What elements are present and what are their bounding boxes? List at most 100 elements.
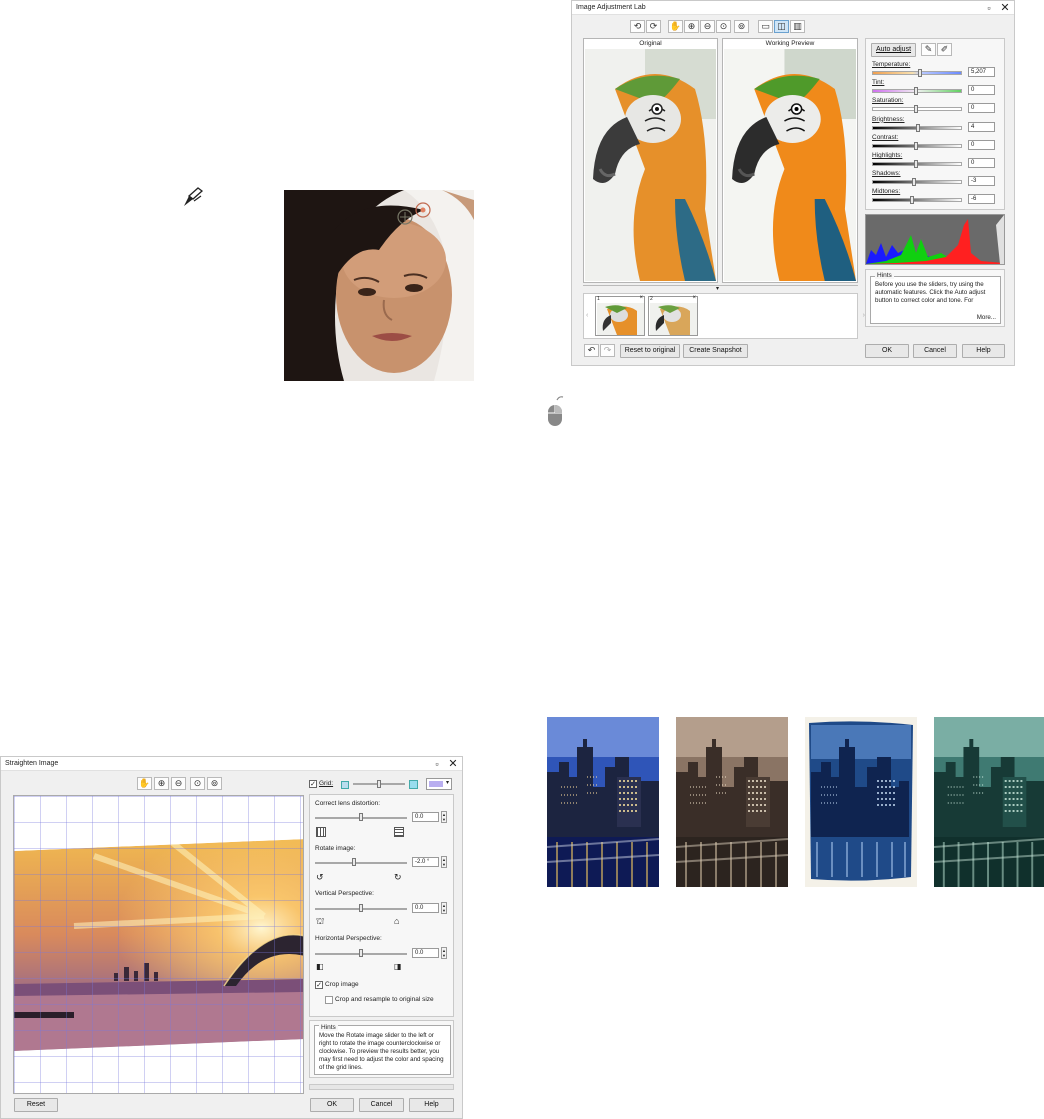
saturation-thumb[interactable]	[914, 105, 918, 114]
lens-distortion-thumb[interactable]	[359, 813, 363, 821]
pincushion-distortion-icon	[394, 827, 404, 837]
splitter-arrow-icon[interactable]: ▾	[583, 285, 858, 292]
close-icon[interactable]: ✕	[448, 759, 458, 770]
city-photo-cyanotype	[805, 717, 917, 887]
undo-icon[interactable]: ↶	[584, 344, 599, 357]
zoom-out-icon[interactable]: ⊖	[171, 777, 186, 790]
grid-size-thumb[interactable]	[377, 780, 381, 788]
grid-large-icon	[409, 780, 418, 789]
hints-caption: Hints	[319, 1024, 338, 1031]
reset-button[interactable]: Reset	[14, 1098, 58, 1112]
snapshot-thumbnail[interactable]: 1 ×	[595, 295, 645, 336]
perspective-bottom-wide-icon: ⌂	[394, 916, 400, 926]
ok-button[interactable]: OK	[310, 1098, 354, 1112]
saturation-value[interactable]: 0	[968, 103, 995, 114]
temperature-value[interactable]: 5,207	[968, 67, 995, 77]
hand-pan-icon[interactable]: ✋	[137, 777, 152, 790]
highlights-label: Highlights:	[872, 152, 903, 159]
highlights-thumb[interactable]	[914, 160, 918, 168]
rotate-image-value[interactable]: -2.0 °	[412, 857, 439, 867]
grid-overlay	[14, 796, 303, 1093]
auto-adjust-button[interactable]: Auto adjust	[871, 43, 916, 57]
portrait-photo	[284, 190, 474, 381]
rotate-right-icon[interactable]: ⟳	[646, 20, 661, 33]
lens-distortion-value[interactable]: 0.0	[412, 812, 439, 822]
rotate-image-slider[interactable]	[315, 862, 407, 864]
horizontal-perspective-thumb[interactable]	[359, 949, 363, 957]
eyedropper-plus-icon[interactable]: ✐	[937, 43, 952, 56]
horizontal-perspective-spinner[interactable]: ▲ ▼	[441, 947, 447, 959]
zoom-fit-icon[interactable]: ⊙	[716, 20, 731, 33]
rotate-image-thumb[interactable]	[352, 858, 356, 866]
rotate-image-spinner[interactable]: ▲ ▼	[441, 856, 447, 868]
rotate-image-label: Rotate image:	[315, 845, 356, 852]
zoom-in-icon[interactable]: ⊕	[684, 20, 699, 33]
help-button[interactable]: Help	[409, 1098, 454, 1112]
hints-box: Hints Move the Rotate image slider to th…	[314, 1024, 451, 1075]
grid-checkbox[interactable]: ✓	[309, 780, 317, 788]
crop-resample-checkbox[interactable]	[325, 996, 333, 1004]
close-icon[interactable]: ✕	[1000, 3, 1010, 14]
ok-button[interactable]: OK	[865, 344, 909, 358]
contrast-label: Contrast:	[872, 133, 899, 141]
rotate-left-icon[interactable]: ⟲	[630, 20, 645, 33]
midtones-value[interactable]: -6	[968, 194, 995, 205]
hints-panel: Hints Before you use the sliders, try us…	[865, 269, 1005, 327]
shadows-value[interactable]: -3	[968, 176, 995, 187]
zoom-in-icon[interactable]: ⊕	[154, 777, 169, 790]
contrast-thumb[interactable]	[914, 141, 918, 150]
midtones-thumb[interactable]	[910, 196, 915, 205]
shadows-thumb[interactable]	[912, 178, 917, 187]
shadows-slider[interactable]	[872, 180, 962, 185]
lens-distortion-label: Correct lens distortion:	[315, 800, 381, 807]
vertical-perspective-thumb[interactable]	[359, 904, 363, 912]
original-pane: Original	[583, 38, 718, 283]
hand-pan-icon[interactable]: ✋	[668, 20, 683, 33]
split-view-icon[interactable]: ◫	[774, 20, 789, 33]
crop-image-label: Crop image	[325, 981, 359, 988]
dialog-title: Straighten Image	[5, 760, 59, 767]
grid-color-picker[interactable]: ▾	[426, 778, 452, 790]
eyedropper-icon[interactable]: ✎	[921, 43, 936, 56]
vertical-perspective-value[interactable]: 0.0	[412, 903, 439, 913]
brightness-value[interactable]: 4	[968, 121, 995, 132]
reset-to-original-button[interactable]: Reset to original	[620, 344, 680, 358]
compare-view-icon[interactable]: ▥	[790, 20, 805, 33]
vertical-perspective-spinner[interactable]: ▲ ▼	[441, 902, 447, 914]
help-button[interactable]: Help	[962, 344, 1005, 358]
tint-thumb[interactable]	[914, 87, 918, 96]
crop-resample-label: Crop and resample to original size	[335, 996, 434, 1003]
straighten-preview	[13, 795, 304, 1094]
tint-value[interactable]: 0	[968, 85, 995, 96]
maximize-icon[interactable]: ▫	[432, 759, 442, 769]
midtones-label: Midtones:	[872, 188, 901, 196]
zoom-fit-icon[interactable]: ⊙	[190, 777, 205, 790]
maximize-icon[interactable]: ▫	[984, 3, 994, 13]
cancel-button[interactable]: Cancel	[359, 1098, 404, 1112]
zoom-actual-icon[interactable]: ⊚	[734, 20, 749, 33]
cancel-button[interactable]: Cancel	[913, 344, 957, 358]
zoom-out-icon[interactable]: ⊖	[700, 20, 715, 33]
correction-panel: Correct lens distortion: 0.0 ▲ ▼ Rotate i…	[309, 794, 454, 1017]
crop-image-checkbox[interactable]: ✓	[315, 981, 323, 989]
redo-icon[interactable]: ↷	[600, 344, 615, 357]
single-view-icon[interactable]: ▭	[758, 20, 773, 33]
perspective-left-icon: ◧	[316, 962, 324, 971]
progress-strip	[309, 1084, 454, 1090]
temperature-thumb[interactable]	[918, 69, 923, 77]
create-snapshot-button[interactable]: Create Snapshot	[683, 344, 748, 358]
close-snapshot-icon[interactable]: ×	[692, 295, 696, 301]
horizontal-perspective-value[interactable]: 0.0	[412, 948, 439, 958]
hints-panel: Hints Move the Rotate image slider to th…	[309, 1020, 454, 1078]
close-snapshot-icon[interactable]: ×	[639, 295, 643, 301]
highlights-value[interactable]: 0	[968, 158, 995, 168]
midtones-slider[interactable]	[872, 198, 962, 203]
lens-distortion-spinner[interactable]: ▲ ▼	[441, 811, 447, 823]
more-link[interactable]: More...	[977, 314, 996, 321]
contrast-value[interactable]: 0	[968, 139, 995, 150]
brightness-thumb[interactable]	[915, 123, 920, 132]
temperature-slider[interactable]	[872, 71, 962, 75]
scroll-left-icon[interactable]: ‹	[586, 312, 588, 319]
snapshot-thumbnail[interactable]: 2 ×	[648, 295, 698, 336]
zoom-actual-icon[interactable]: ⊚	[207, 777, 222, 790]
